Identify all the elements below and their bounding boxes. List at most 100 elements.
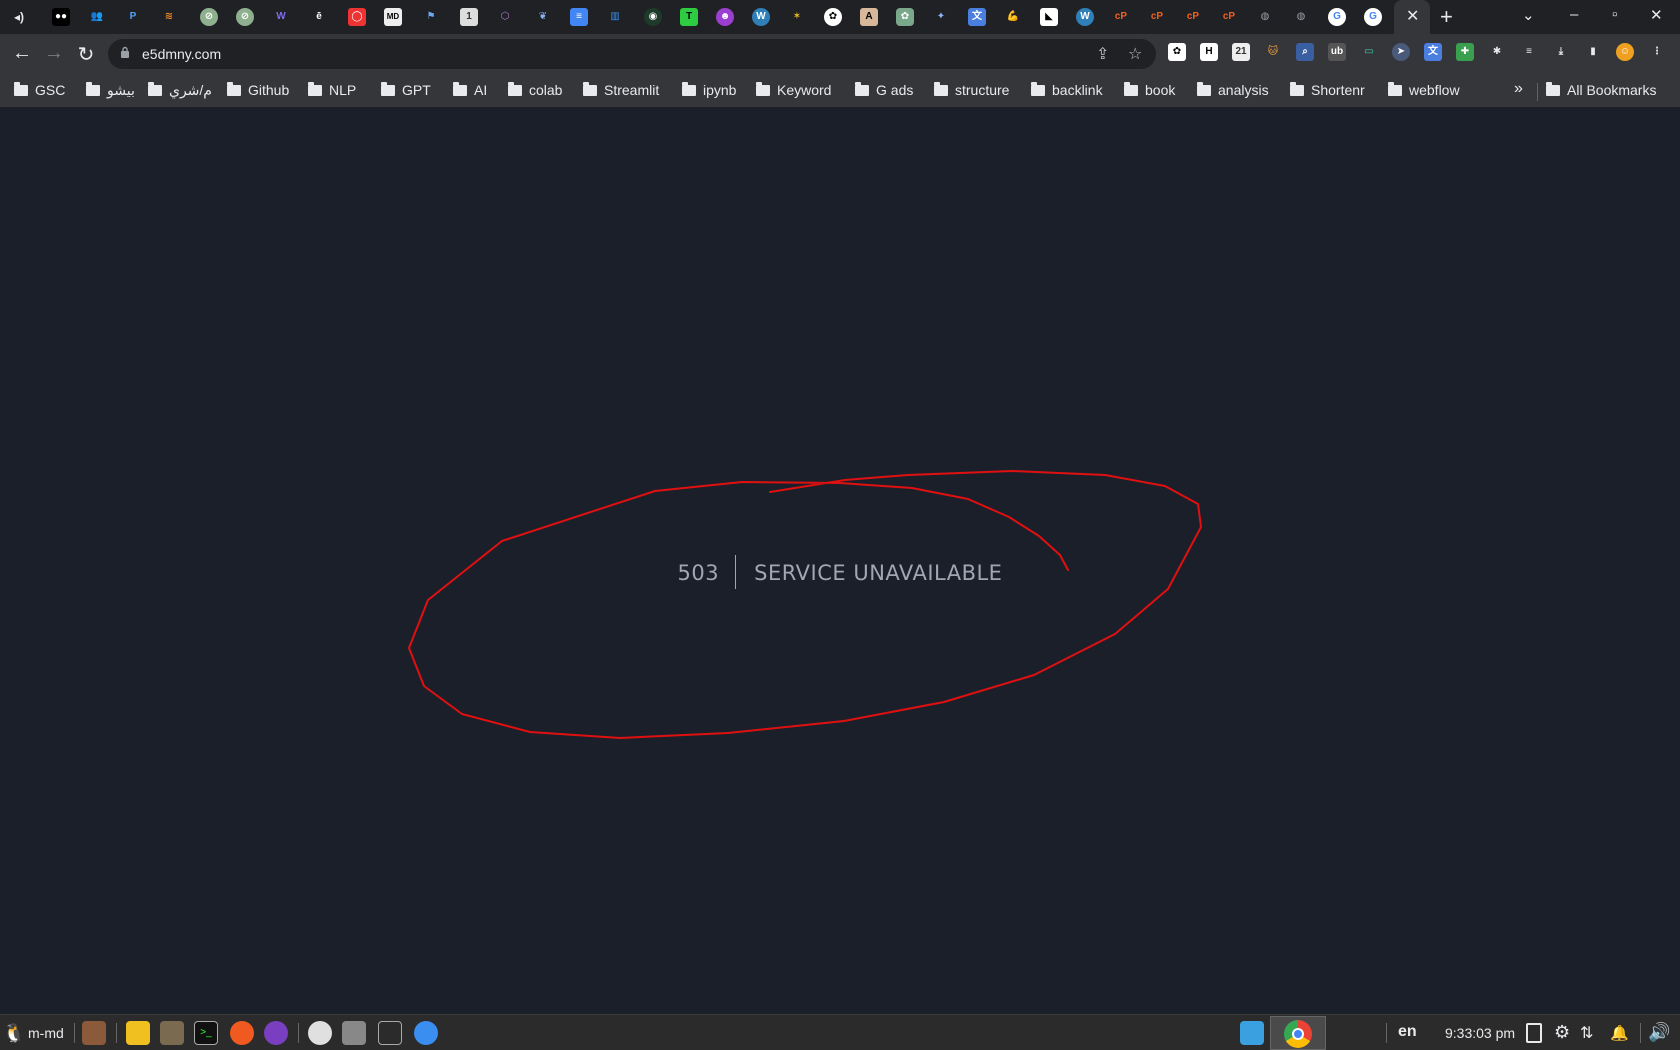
firefox-icon[interactable] xyxy=(230,1021,254,1045)
cpanel-tab-icon[interactable]: cP xyxy=(1112,8,1130,26)
back-button[interactable]: ← xyxy=(10,42,34,65)
compass-launcher-icon[interactable] xyxy=(414,1021,438,1045)
share-icon[interactable]: ⇪ xyxy=(1096,44,1109,64)
bookmark-folder[interactable]: analysis xyxy=(1197,81,1269,100)
terminal-icon[interactable]: >_ xyxy=(194,1021,218,1045)
cpanel-tab-icon-4[interactable]: cP xyxy=(1220,8,1238,26)
new-tab-button[interactable]: + xyxy=(1440,4,1453,30)
word-tab-icon[interactable]: W xyxy=(272,8,290,26)
anthropic-tab-icon[interactable]: A xyxy=(860,8,878,26)
start-menu-penguin-icon[interactable]: 🐧 xyxy=(2,1021,26,1045)
extension-search-icon[interactable]: ⌕ xyxy=(1296,43,1314,61)
extension-cursor-icon[interactable]: ➤ xyxy=(1392,43,1410,61)
download-icon[interactable]: ⤓ xyxy=(1552,43,1570,61)
tab-search-dropdown-icon[interactable]: ⌄ xyxy=(1522,6,1535,24)
extension-calendar-icon[interactable]: 21 xyxy=(1232,43,1250,61)
active-tab[interactable]: ✕ xyxy=(1394,0,1430,34)
clock[interactable]: 9:33:03 pm xyxy=(1445,1025,1515,1041)
side-panel-icon[interactable]: ▮ xyxy=(1584,43,1602,61)
bookmark-folder[interactable]: ipynb xyxy=(682,81,736,100)
settings-gear-icon[interactable]: ⚙ xyxy=(1554,1022,1570,1043)
wordpress-tab-icon[interactable]: W xyxy=(752,8,770,26)
cpanel-tab-icon-2[interactable]: cP xyxy=(1148,8,1166,26)
bees-tab-icon[interactable]: ✶ xyxy=(788,8,806,26)
all-bookmarks-button[interactable]: All Bookmarks xyxy=(1546,81,1656,100)
chatgpt-tab-icon[interactable]: ✿ xyxy=(896,8,914,26)
desktop-icon[interactable] xyxy=(1240,1021,1264,1045)
md-html-tab-icon[interactable]: MD xyxy=(384,8,402,26)
extension-translate-icon[interactable]: 文 xyxy=(1424,43,1442,61)
reload-button[interactable]: ↻ xyxy=(74,42,98,67)
cpanel-tab-icon-3[interactable]: cP xyxy=(1184,8,1202,26)
menu-kebab-icon[interactable]: ⋮ xyxy=(1648,43,1666,61)
bookmark-folder[interactable]: Github xyxy=(227,81,289,100)
bookmark-folder[interactable]: م/شري xyxy=(148,81,212,100)
sparkle-tab-icon[interactable]: ✦ xyxy=(932,8,950,26)
openai-tab-icon-2[interactable]: ✿ xyxy=(824,8,842,26)
muscle-tab-icon[interactable]: 💪 xyxy=(1004,8,1022,26)
bookmark-folder[interactable]: structure xyxy=(934,81,1009,100)
chrome-taskbar-button[interactable] xyxy=(1270,1016,1326,1050)
link-tab-icon-2[interactable]: ⊘ xyxy=(236,8,254,26)
letter-e-tab-icon[interactable]: ē xyxy=(310,8,328,26)
keyboard-language[interactable]: en xyxy=(1398,1023,1417,1041)
url-text[interactable]: e5dmny.com xyxy=(142,46,221,62)
hexagon-tab-icon[interactable]: ⬡ xyxy=(496,8,514,26)
paypal-tab-icon[interactable]: P xyxy=(124,8,142,26)
close-window-button[interactable]: ✕ xyxy=(1650,6,1663,24)
purple-circle-tab-icon[interactable]: ☻ xyxy=(716,8,734,26)
forward-button[interactable]: → xyxy=(42,42,66,65)
volume-icon[interactable]: 🔊 xyxy=(1648,1022,1670,1043)
docs-tab-icon[interactable]: ≡ xyxy=(570,8,588,26)
bookmark-star-icon[interactable]: ☆ xyxy=(1128,44,1142,64)
t-green-tab-icon[interactable]: T xyxy=(680,8,698,26)
globe-tab-icon[interactable]: ◍ xyxy=(1256,8,1274,26)
elephant-app-icon[interactable] xyxy=(126,1021,150,1045)
extensions-puzzle-icon[interactable]: ✱ xyxy=(1488,43,1506,61)
bookmark-folder[interactable]: book xyxy=(1124,81,1175,100)
notification-bell-icon[interactable]: 🔔 xyxy=(1610,1024,1629,1042)
one-sign-tab-icon[interactable]: 1 xyxy=(460,8,478,26)
folder-launcher-icon[interactable] xyxy=(342,1021,366,1045)
extension-puzzle-green-icon[interactable]: ✚ xyxy=(1456,43,1474,61)
tor-browser-icon[interactable] xyxy=(264,1021,288,1045)
profile-avatar[interactable]: ☺ xyxy=(1616,43,1634,61)
chrome-launcher-icon[interactable] xyxy=(308,1021,332,1045)
app-icon[interactable] xyxy=(82,1021,106,1045)
audio-tab-icon[interactable]: ◂) xyxy=(10,8,28,26)
link-tab-icon[interactable]: ⊘ xyxy=(200,8,218,26)
address-bar[interactable]: e5dmny.com ⇪ ☆ xyxy=(108,39,1156,69)
rocket-tab-icon[interactable]: ≋ xyxy=(160,8,178,26)
extension-cat-icon[interactable]: 🐱 xyxy=(1264,43,1282,61)
flag-tab-icon[interactable]: ⚑ xyxy=(422,8,440,26)
bookmark-folder[interactable]: NLP xyxy=(308,81,356,100)
bookmarks-overflow-button[interactable]: » xyxy=(1514,80,1523,98)
libraries-tab-icon[interactable]: ▥ xyxy=(606,8,624,26)
start-menu-label[interactable]: m-md xyxy=(28,1025,64,1041)
window-launcher-icon[interactable] xyxy=(378,1021,402,1045)
bookmark-folder[interactable]: Keyword xyxy=(756,81,831,100)
bookmark-folder[interactable]: colab xyxy=(508,81,562,100)
duck-tab-icon[interactable]: ◣ xyxy=(1040,8,1058,26)
google-tab-icon-2[interactable]: G xyxy=(1364,8,1382,26)
bookmark-folder[interactable]: Shortenr xyxy=(1290,81,1365,100)
bookmark-folder[interactable]: GPT xyxy=(381,81,431,100)
bookmark-folder[interactable]: بيشو xyxy=(86,81,135,100)
file-manager-icon[interactable] xyxy=(160,1021,184,1045)
clipboard-icon[interactable] xyxy=(1526,1023,1542,1043)
globe-tab-icon-2[interactable]: ◍ xyxy=(1292,8,1310,26)
feather-tab-icon[interactable]: ❦ xyxy=(534,8,552,26)
opera-tab-icon[interactable]: ◯ xyxy=(348,8,366,26)
medium-tab-icon[interactable]: ●● xyxy=(52,8,70,26)
wordpress-tab-icon-2[interactable]: W xyxy=(1076,8,1094,26)
openai-tab-icon[interactable]: ◉ xyxy=(644,8,662,26)
bookmark-folder[interactable]: backlink xyxy=(1031,81,1103,100)
bookmark-folder[interactable]: Streamlit xyxy=(583,81,659,100)
minimize-button[interactable]: – xyxy=(1570,6,1578,23)
bookmark-folder[interactable]: AI xyxy=(453,81,487,100)
extension-ublock-icon[interactable]: ub xyxy=(1328,43,1346,61)
extension-window-icon[interactable]: ▭ xyxy=(1360,43,1378,61)
google-tab-icon[interactable]: G xyxy=(1328,8,1346,26)
bookmark-folder[interactable]: G ads xyxy=(855,81,913,100)
reading-list-icon[interactable]: ≡ xyxy=(1520,43,1538,61)
